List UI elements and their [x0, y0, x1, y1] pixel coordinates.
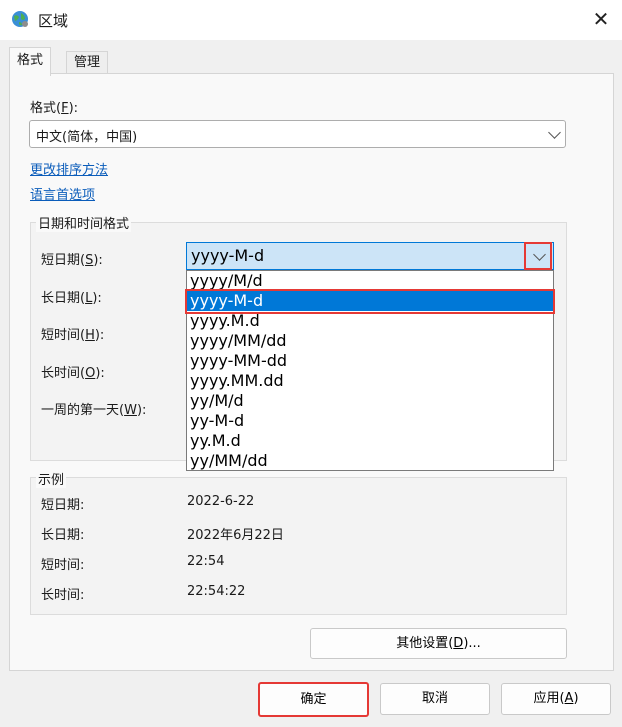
- short-date-dropdown-arrow[interactable]: [524, 242, 552, 270]
- dropdown-option[interactable]: yyyy-MM-dd: [187, 351, 553, 371]
- short-date-label: 短日期(S):: [41, 253, 103, 268]
- first-day-of-week-label: 一周的第一天(W):: [41, 403, 147, 418]
- close-icon: ✕: [592, 7, 610, 31]
- dropdown-option[interactable]: yyyy.M.d: [187, 311, 553, 331]
- example-long-time-value: 22:54:22: [187, 584, 246, 599]
- dropdown-option[interactable]: yy/MM/dd: [187, 451, 553, 471]
- example-long-date-value: 2022年6月22日: [187, 528, 284, 543]
- tab-format[interactable]: 格式: [9, 47, 52, 76]
- dropdown-option[interactable]: yyyy-M-d: [187, 291, 553, 311]
- example-short-time-label: 短时间:: [41, 558, 85, 573]
- dropdown-option[interactable]: yyyy.MM.dd: [187, 371, 553, 391]
- change-sort-link[interactable]: 更改排序方法: [30, 159, 108, 178]
- cancel-button[interactable]: 取消: [380, 683, 490, 715]
- example-short-date-value: 2022-6-22: [187, 494, 255, 509]
- dropdown-option[interactable]: yyyy/MM/dd: [187, 331, 553, 351]
- dropdown-option[interactable]: yyyy/M/d: [187, 271, 553, 291]
- format-select[interactable]: 中文(简体，中国): [29, 120, 566, 148]
- language-preferences-link[interactable]: 语言首选项: [30, 184, 95, 203]
- format-label: 格式(F):: [30, 101, 79, 116]
- short-time-label: 短时间(H):: [41, 328, 105, 343]
- example-short-time-value: 22:54: [187, 554, 225, 569]
- datetime-group-title: 日期和时间格式: [36, 213, 132, 232]
- examples-group: [30, 477, 567, 615]
- close-button[interactable]: ✕: [590, 8, 612, 30]
- example-short-date-label: 短日期:: [41, 498, 85, 513]
- examples-group-title: 示例: [36, 469, 67, 488]
- long-date-label: 长日期(L):: [41, 291, 102, 306]
- format-select-value: 中文(简体，中国): [36, 130, 138, 145]
- dropdown-option[interactable]: yy/M/d: [187, 391, 553, 411]
- tab-administrative[interactable]: 管理: [66, 51, 109, 74]
- short-date-select-value: yyyy-M-d: [191, 246, 265, 265]
- short-date-select[interactable]: yyyy-M-d: [186, 242, 554, 270]
- dropdown-option[interactable]: yy-M-d: [187, 411, 553, 431]
- apply-button[interactable]: 应用(A): [501, 683, 611, 715]
- window-title: 区域: [38, 12, 69, 30]
- title-bar: 区域 ✕: [0, 0, 622, 40]
- example-long-time-label: 长时间:: [41, 588, 85, 603]
- globe-icon: [10, 9, 30, 29]
- short-date-dropdown-list: yyyy/M/d yyyy-M-d yyyy.M.d yyyy/MM/dd yyyy-M…: [186, 270, 554, 471]
- long-time-label: 长时间(O):: [41, 366, 105, 381]
- example-long-date-label: 长日期:: [41, 528, 85, 543]
- chevron-down-icon: [548, 126, 561, 139]
- other-settings-button[interactable]: 其他设置(D)...: [310, 628, 567, 659]
- dropdown-option[interactable]: yy.M.d: [187, 431, 553, 451]
- ok-button[interactable]: 确定: [258, 682, 369, 717]
